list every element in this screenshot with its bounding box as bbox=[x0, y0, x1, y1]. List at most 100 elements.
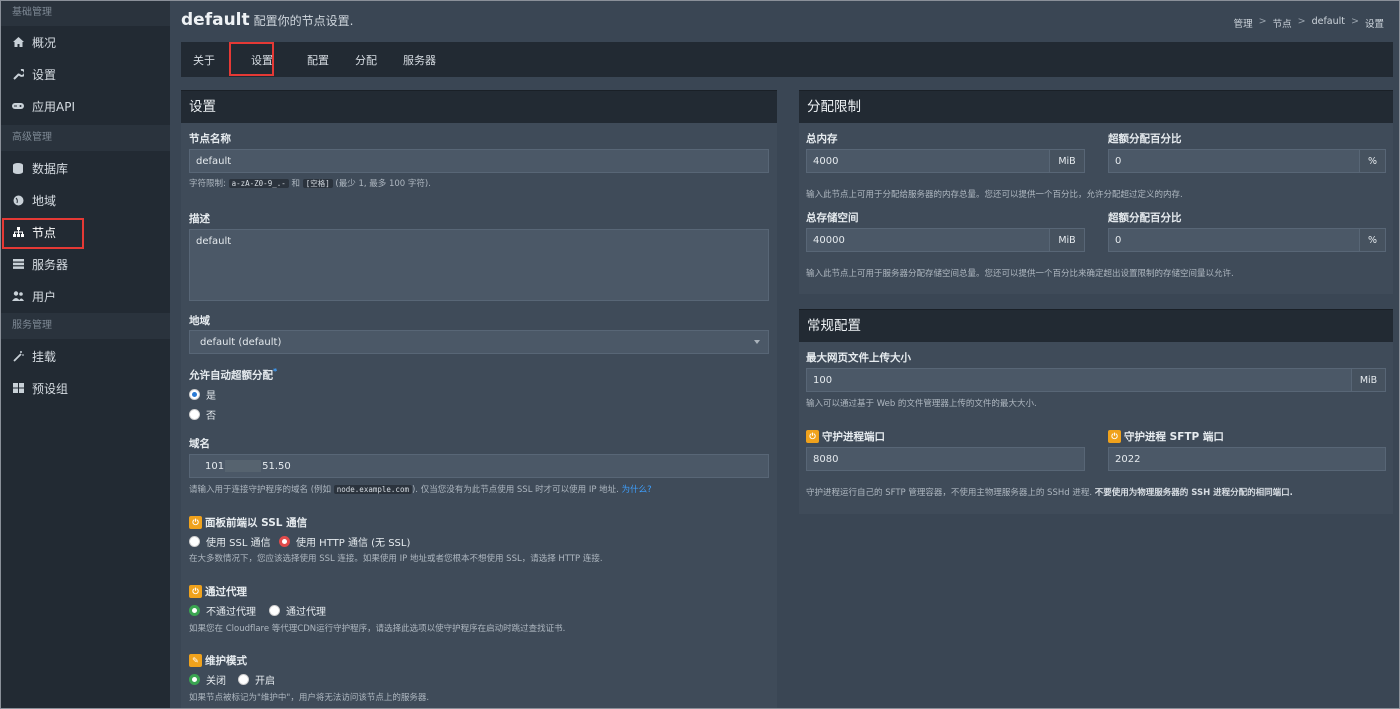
proxy-label: ⏻ 通过代理 bbox=[189, 584, 247, 599]
overallocate-label: 允许自动超额分配* bbox=[189, 367, 277, 383]
location-selected-value: default (default) bbox=[200, 336, 282, 348]
general-config-panel: 常规配置 最大网页文件上传大小 100 MiB 输入可以通过基于 Web 的文件… bbox=[799, 309, 1393, 514]
memory-input[interactable]: 4000 bbox=[806, 149, 1050, 173]
sidebar-item-label: 概况 bbox=[32, 35, 57, 50]
location-select[interactable]: default (default) bbox=[189, 330, 769, 354]
sidebar-item-users[interactable]: 用户 bbox=[0, 280, 170, 312]
chevron-down-icon bbox=[754, 340, 760, 344]
proxy-option-yes[interactable]: 通过代理 bbox=[269, 603, 326, 618]
power-icon: ⏻ bbox=[189, 516, 202, 529]
breadcrumb-nodes[interactable]: 节点 bbox=[1273, 16, 1292, 30]
sidebar-item-api[interactable]: 应用API bbox=[0, 90, 170, 122]
sidebar-item-nests[interactable]: 预设组 bbox=[0, 372, 170, 404]
tab-configuration[interactable]: 配置 bbox=[307, 48, 329, 72]
upload-size-help: 输入可以通过基于 Web 的文件管理器上传的文件的最大大小. bbox=[806, 399, 1037, 409]
sidebar: 基础管理 概况 设置 应用API 高级管理 数据库 地域 节点 服务器 用户 服… bbox=[0, 0, 170, 709]
sftp-port-input[interactable]: 2022 bbox=[1108, 447, 1386, 471]
disk-input[interactable]: 40000 bbox=[806, 228, 1050, 252]
proxy-help: 如果您在 Cloudflare 等代理CDN运行守护程序，请选择此选项以使守护程… bbox=[189, 624, 566, 634]
tab-servers[interactable]: 服务器 bbox=[403, 48, 436, 72]
disk-unit: MiB bbox=[1049, 228, 1085, 252]
proxy-label-text: 通过代理 bbox=[205, 586, 247, 598]
sidebar-item-database[interactable]: 数据库 bbox=[0, 152, 170, 184]
radio-button[interactable] bbox=[238, 674, 249, 685]
maintenance-help: 如果节点被标记为"维护中"，用户将无法访问该节点上的服务器. bbox=[189, 693, 430, 703]
fqdn-value-part: 101 bbox=[205, 460, 225, 472]
radio-button[interactable] bbox=[189, 389, 200, 400]
percent-unit: % bbox=[1359, 149, 1386, 173]
help-code: [空格] bbox=[302, 179, 333, 188]
database-icon bbox=[12, 162, 24, 174]
daemon-port-input[interactable]: 8080 bbox=[806, 447, 1085, 471]
sftp-port-label: ⏻ 守护进程 SFTP 端口 bbox=[1108, 429, 1224, 444]
tab-bar: 关于 设置 配置 分配 服务器 bbox=[181, 42, 1393, 77]
ssl-option-http[interactable]: 使用 HTTP 通信 (无 SSL) bbox=[279, 534, 410, 549]
wrench-icon: ✎ bbox=[189, 654, 202, 667]
disk-label: 总存储空间 bbox=[806, 212, 859, 224]
radio-button[interactable] bbox=[189, 605, 200, 616]
maintenance-label-text: 维护模式 bbox=[205, 655, 247, 667]
sidebar-section-basic: 基础管理 bbox=[0, 0, 170, 26]
radio-button[interactable] bbox=[189, 409, 200, 420]
disk-help: 输入此节点上可用于服务器分配存储空间总量。您还可以提供一个百分比来确定超出设置限… bbox=[806, 269, 1234, 279]
sftp-port-label-text: 守护进程 SFTP 端口 bbox=[1124, 431, 1224, 443]
ssl-label: ⏻ 面板前端以 SSL 通信 bbox=[189, 515, 307, 530]
general-config-panel-title: 常规配置 bbox=[799, 310, 1393, 342]
proxy-option-no[interactable]: 不通过代理 bbox=[189, 603, 256, 618]
settings-panel-title: 设置 bbox=[181, 91, 777, 123]
breadcrumb-admin[interactable]: 管理 bbox=[1234, 16, 1253, 30]
radio-button[interactable] bbox=[189, 674, 200, 685]
help-text: 请输入用于连接守护程序的域名 (例如 bbox=[189, 485, 332, 495]
why-link[interactable]: 为什么? bbox=[622, 485, 652, 495]
radio-label: 使用 SSL 通信 bbox=[206, 538, 271, 549]
disk-overallocate-input[interactable]: 0 bbox=[1108, 228, 1360, 252]
sidebar-item-settings[interactable]: 设置 bbox=[0, 58, 170, 90]
ssl-option-https[interactable]: 使用 SSL 通信 bbox=[189, 534, 271, 549]
overallocate-no-option[interactable]: 否 bbox=[189, 407, 216, 422]
allocation-panel-title: 分配限制 bbox=[799, 91, 1393, 123]
memory-overallocate-input[interactable]: 0 bbox=[1108, 149, 1360, 173]
sidebar-item-location[interactable]: 地域 bbox=[0, 184, 170, 216]
radio-button[interactable] bbox=[279, 536, 290, 547]
help-text: ). 仅当您没有为此节点使用 SSL 时才可以使用 IP 地址. bbox=[411, 485, 619, 495]
breadcrumb-node[interactable]: default bbox=[1312, 16, 1345, 30]
fqdn-input[interactable]: 101 51.50 bbox=[189, 454, 769, 478]
upload-size-unit: MiB bbox=[1351, 368, 1386, 392]
home-icon bbox=[12, 36, 24, 48]
percent-unit: % bbox=[1359, 228, 1386, 252]
grid-icon bbox=[12, 382, 24, 394]
sidebar-item-label: 数据库 bbox=[32, 161, 69, 176]
sidebar-item-label: 地域 bbox=[32, 193, 57, 208]
wrench-icon bbox=[12, 68, 24, 80]
description-textarea[interactable]: default bbox=[189, 229, 769, 301]
settings-panel: 设置 节点名称 default 字符限制: a-zA-Z0-9_.- 和 [空格… bbox=[181, 90, 777, 709]
maintenance-option-off[interactable]: 关闭 bbox=[189, 672, 226, 687]
maintenance-label: ✎ 维护模式 bbox=[189, 653, 247, 668]
radio-button[interactable] bbox=[189, 536, 200, 547]
sidebar-item-overview[interactable]: 概况 bbox=[0, 26, 170, 58]
location-label: 地域 bbox=[189, 315, 210, 327]
help-text: 守护进程运行自己的 SFTP 管理容器，不使用主物理服务器上的 SSHd 进程. bbox=[806, 488, 1093, 498]
radio-label: 开启 bbox=[255, 676, 275, 687]
node-name-label: 节点名称 bbox=[189, 133, 231, 145]
help-code: node.example.com bbox=[333, 485, 412, 494]
node-name-input[interactable]: default bbox=[189, 149, 769, 173]
sidebar-item-label: 服务器 bbox=[32, 257, 69, 272]
upload-size-input[interactable]: 100 bbox=[806, 368, 1352, 392]
required-asterisk: * bbox=[273, 367, 278, 376]
tab-allocation[interactable]: 分配 bbox=[355, 48, 377, 72]
radio-label: 否 bbox=[206, 411, 216, 422]
sidebar-item-servers[interactable]: 服务器 bbox=[0, 248, 170, 280]
radio-label: 是 bbox=[206, 391, 216, 402]
tab-about[interactable]: 关于 bbox=[193, 48, 215, 72]
sidebar-item-mounts[interactable]: 挂载 bbox=[0, 340, 170, 372]
daemon-port-label-text: 守护进程端口 bbox=[822, 431, 885, 443]
maintenance-option-on[interactable]: 开启 bbox=[238, 672, 275, 687]
daemon-port-label: ⏻ 守护进程端口 bbox=[806, 429, 885, 444]
help-code: a-zA-Z0-9_.- bbox=[228, 179, 289, 188]
sidebar-item-label: 设置 bbox=[32, 67, 57, 82]
radio-button[interactable] bbox=[269, 605, 280, 616]
breadcrumb-sep: > bbox=[1297, 16, 1306, 27]
overallocate-yes-option[interactable]: 是 bbox=[189, 387, 216, 402]
sidebar-item-label: 应用API bbox=[32, 99, 75, 114]
